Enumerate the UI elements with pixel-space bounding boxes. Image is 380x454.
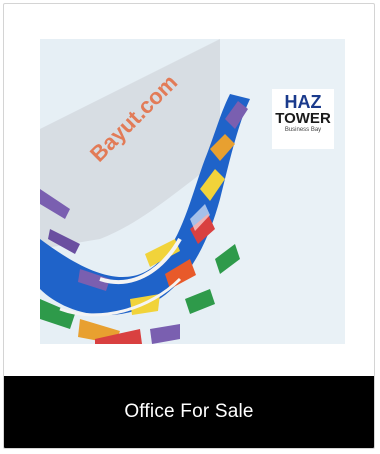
listing-card[interactable]: HAZ TOWER Business Bay Bayut.com Office … [3,3,375,449]
logo-line2: TOWER [275,110,331,127]
logo-line1: HAZ [284,92,322,112]
logo-line3: Business Bay [284,127,322,133]
tower-logo: HAZ TOWER Business Bay [272,89,334,149]
listing-image[interactable]: HAZ TOWER Business Bay Bayut.com [40,39,345,344]
caption-text: Office For Sale [124,401,254,422]
listing-caption[interactable]: Office For Sale [4,376,374,448]
